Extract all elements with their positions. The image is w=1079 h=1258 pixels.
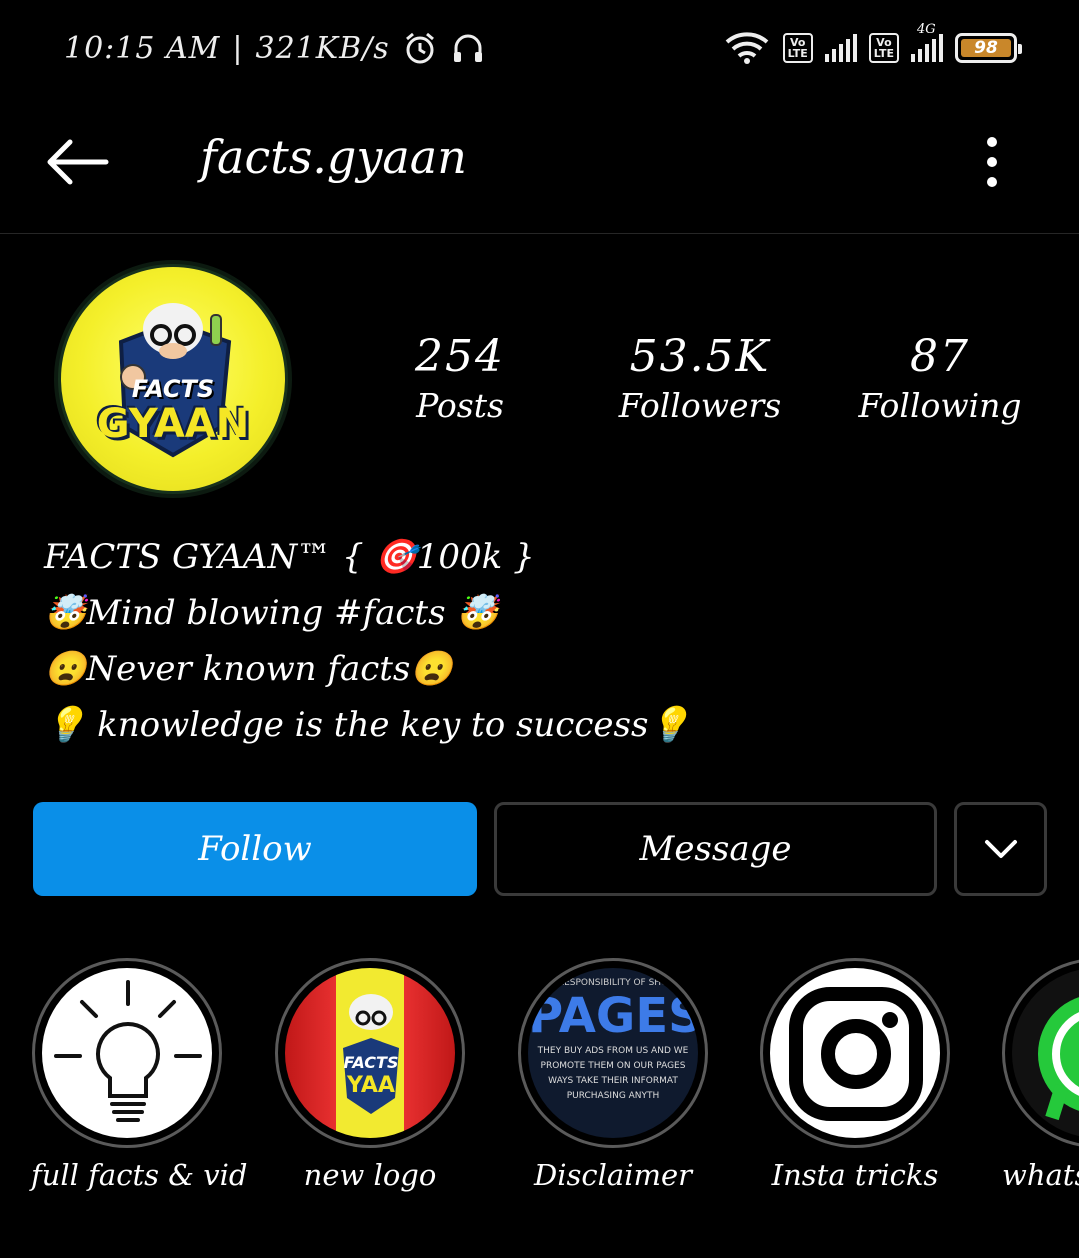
more-options-icon[interactable] [972, 130, 1012, 194]
bio-line: 😦Never known facts😦 [44, 649, 453, 689]
scientist-logo-icon: FACTS YAA [343, 994, 399, 1114]
instagram-icon [789, 987, 923, 1121]
avatar-text-facts: FACTS [131, 375, 215, 403]
profile-bio: FACTS GYAAN™ { 🎯100k } 🤯Mind blowing #fa… [44, 532, 691, 756]
status-time: 10:15 AM [64, 30, 221, 66]
message-button-label: Message [639, 829, 792, 869]
whatsapp-icon [1038, 997, 1079, 1121]
highlight-label: new logo [303, 1158, 437, 1192]
stat-posts[interactable]: 254 Posts [340, 330, 580, 428]
highlight-ring: FACTS YAA [275, 958, 465, 1148]
highlight-label: Insta tricks [771, 1158, 939, 1192]
suggested-accounts-button[interactable] [954, 802, 1047, 896]
chevron-down-icon [984, 840, 1017, 858]
pages-thumbnail: RESPONSIBILITY OF SHO PAGES. THEY BUY AD… [528, 968, 698, 1138]
thumb-top-text: RESPONSIBILITY OF SHO [557, 978, 669, 988]
thumb-line: PROMOTE THEM ON OUR PAGES [540, 1061, 686, 1071]
svg-text:FACTS: FACTS [344, 1053, 399, 1072]
highlight-label: Disclaimer [533, 1158, 692, 1192]
profile-avatar[interactable]: FACTS GYAAN [54, 260, 292, 498]
highlight-label: whatsA [1002, 1158, 1079, 1192]
status-bar: 10:15 AM | 321KB/s Vo LTE Vo LTE 4G 98 [0, 0, 1079, 100]
highlight-item[interactable]: whatsA [1002, 958, 1079, 1192]
stat-label: Posts [416, 386, 504, 425]
thumb-line: THEY BUY ADS FROM US AND WE [537, 1046, 689, 1056]
bio-line: FACTS GYAAN™ { 🎯100k } [44, 537, 535, 577]
highlight-thumb [770, 968, 940, 1138]
volte-badge-1: Vo LTE [782, 33, 813, 63]
stat-value: 254 [415, 331, 505, 382]
highlight-ring: RESPONSIBILITY OF SHO PAGES. THEY BUY AD… [518, 958, 708, 1148]
thumb-line: PURCHASING ANYTH [566, 1091, 660, 1101]
logo-thumbnail: FACTS YAA [285, 968, 455, 1138]
stat-label: Following [858, 386, 1022, 425]
highlight-item[interactable]: Insta tricks [759, 958, 951, 1192]
stat-label: Followers [618, 386, 782, 425]
signal-icon-2 [911, 34, 943, 62]
story-highlights: full facts & vid FACTS YAA new logo RESP… [0, 958, 1079, 1198]
status-separator: | [232, 30, 244, 66]
highlight-ring [1002, 958, 1079, 1148]
lightbulb-icon [54, 980, 202, 1122]
highlight-label: full facts & vid [31, 1158, 248, 1192]
highlight-item[interactable]: RESPONSIBILITY OF SHO PAGES. THEY BUY AD… [517, 958, 709, 1192]
highlight-item[interactable]: FACTS YAA new logo [274, 958, 466, 1192]
profile-username: facts.gyaan [200, 130, 467, 184]
app-bar: facts.gyaan [0, 100, 1079, 234]
status-right: Vo LTE Vo LTE 4G 98 [723, 22, 1022, 66]
signal-4g-group: 4G [911, 22, 943, 62]
avatar-text-gyaan: GYAAN [96, 401, 250, 447]
bio-line: 💡 knowledge is the key to success💡 [44, 705, 691, 745]
stat-value: 53.5K [629, 331, 771, 382]
thumb-line: WAYS TAKE THEIR INFORMAT [548, 1076, 678, 1086]
profile-stats: 254 Posts 53.5K Followers 87 Following [340, 330, 1060, 428]
volte-badge-2: Vo LTE [868, 33, 899, 63]
stat-followers[interactable]: 53.5K Followers [580, 330, 820, 428]
alarm-icon [405, 32, 434, 64]
network-type-label: 4G [917, 22, 936, 37]
follow-button-label: Follow [198, 829, 312, 869]
stat-following[interactable]: 87 Following [820, 330, 1060, 428]
highlight-thumb [42, 968, 212, 1138]
bio-line: 🤯Mind blowing #facts 🤯 [44, 593, 499, 633]
stat-value: 87 [910, 331, 970, 382]
back-arrow-icon[interactable] [40, 130, 112, 194]
highlight-ring [760, 958, 950, 1148]
headphones-icon [453, 34, 482, 62]
message-button[interactable]: Message [494, 802, 937, 896]
highlight-ring [32, 958, 222, 1148]
highlight-thumb [1012, 968, 1079, 1138]
thumb-title: PAGES. [528, 988, 698, 1044]
battery-level: 98 [961, 39, 1011, 57]
status-left: 10:15 AM | 321KB/s [64, 30, 486, 66]
signal-icon-1 [824, 34, 857, 62]
avatar-logo: FACTS GYAAN [58, 264, 288, 494]
status-network-speed: 321KB/s [255, 30, 390, 66]
svg-text:YAA: YAA [346, 1073, 395, 1098]
follow-button[interactable]: Follow [33, 802, 477, 896]
wifi-icon [725, 32, 768, 64]
battery-icon: 98 [955, 33, 1022, 63]
highlight-item[interactable]: full facts & vid [31, 958, 248, 1192]
